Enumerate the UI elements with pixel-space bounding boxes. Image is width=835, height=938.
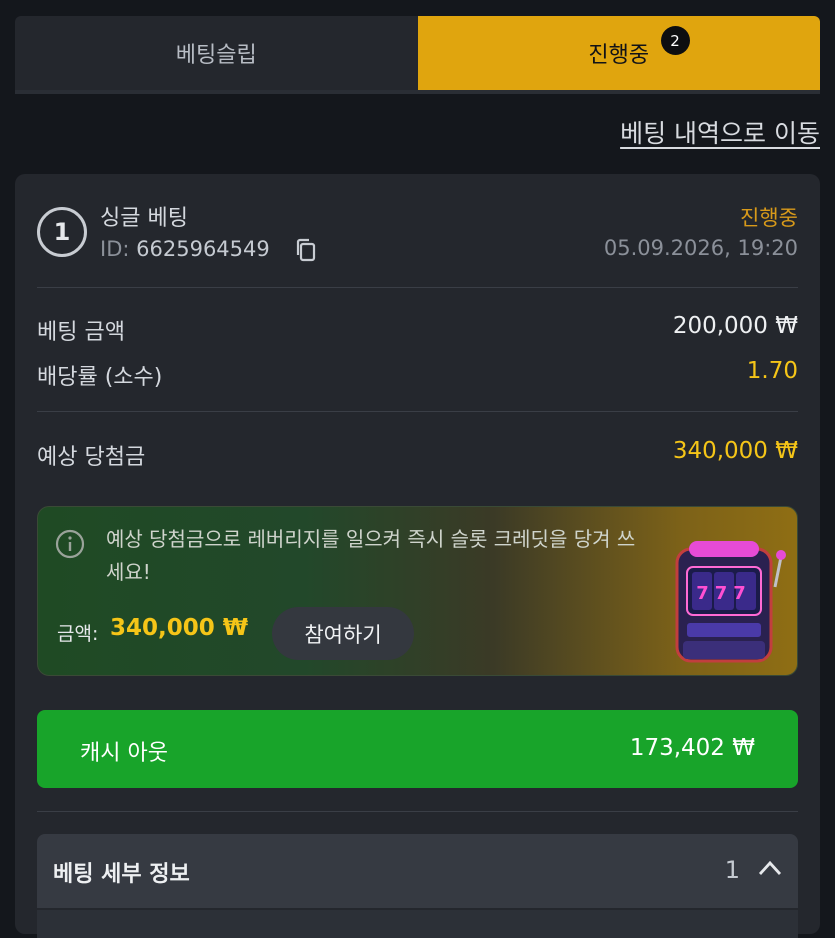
slot-digits: 777 — [696, 583, 752, 604]
betslip-tabs: 베팅슬립 진행중 2 — [15, 16, 820, 94]
tab-betslip-label: 베팅슬립 — [175, 43, 257, 68]
bet-card: 1 싱글 베팅 ID: 6625964549 진행중 05.09.2026, 1… — [15, 174, 820, 938]
bet-details-toggle[interactable]: 베팅 세부 정보 1 — [37, 834, 798, 908]
promo-text: 예상 당첨금으로 레버리지를 일으켜 즉시 슬롯 크레딧을 당겨 쓰세요! — [106, 527, 636, 584]
copy-icon[interactable] — [295, 238, 317, 262]
divider — [37, 287, 798, 288]
bet-id-label: ID: — [100, 237, 130, 261]
bet-details-count: 1 — [724, 856, 740, 884]
payout-value: 340,000 ₩ — [672, 438, 798, 464]
tab-count-badge: 2 — [660, 26, 690, 55]
bet-history-link[interactable]: 베팅 내역으로 이동 — [620, 114, 820, 150]
payout-label: 예상 당첨금 — [37, 445, 146, 470]
bet-status: 진행중 — [740, 206, 798, 230]
tab-in-progress-label: 진행중 — [588, 43, 650, 68]
cash-out-label: 캐시 아웃 — [80, 741, 168, 766]
bet-details-label: 베팅 세부 정보 — [53, 862, 190, 887]
bet-id: ID: 6625964549 — [100, 237, 270, 261]
cash-out-value: 173,402 ₩ — [629, 735, 755, 761]
bet-index-badge: 1 — [37, 207, 87, 257]
bet-details-body — [37, 908, 798, 938]
divider — [37, 411, 798, 412]
chevron-up-icon[interactable] — [758, 860, 782, 876]
bet-id-value: 6625964549 — [136, 237, 270, 261]
info-icon — [55, 529, 85, 559]
slot-credit-promo: 예상 당첨금으로 레버리지를 일으켜 즉시 슬롯 크레딧을 당겨 쓰세요! 금액… — [37, 506, 798, 676]
stake-value: 200,000 ₩ — [672, 313, 798, 339]
bet-type: 싱글 베팅 — [100, 206, 188, 231]
slot-machine-icon: 777 — [675, 541, 786, 663]
cash-out-button[interactable]: 캐시 아웃 173,402 ₩ — [37, 710, 798, 788]
bet-datetime: 05.09.2026, 19:20 — [603, 236, 798, 260]
stake-label: 베팅 금액 — [37, 320, 125, 345]
divider — [37, 811, 798, 812]
tab-betslip[interactable]: 베팅슬립 — [15, 16, 418, 90]
promo-amount-label: 금액: — [57, 623, 99, 645]
promo-amount-value: 340,000 ₩ — [110, 615, 249, 641]
odds-value: 1.70 — [746, 358, 798, 384]
odds-label: 배당률 (소수) — [37, 365, 163, 390]
tab-in-progress[interactable]: 진행중 2 — [417, 16, 820, 90]
join-button[interactable]: 참여하기 — [272, 607, 414, 660]
